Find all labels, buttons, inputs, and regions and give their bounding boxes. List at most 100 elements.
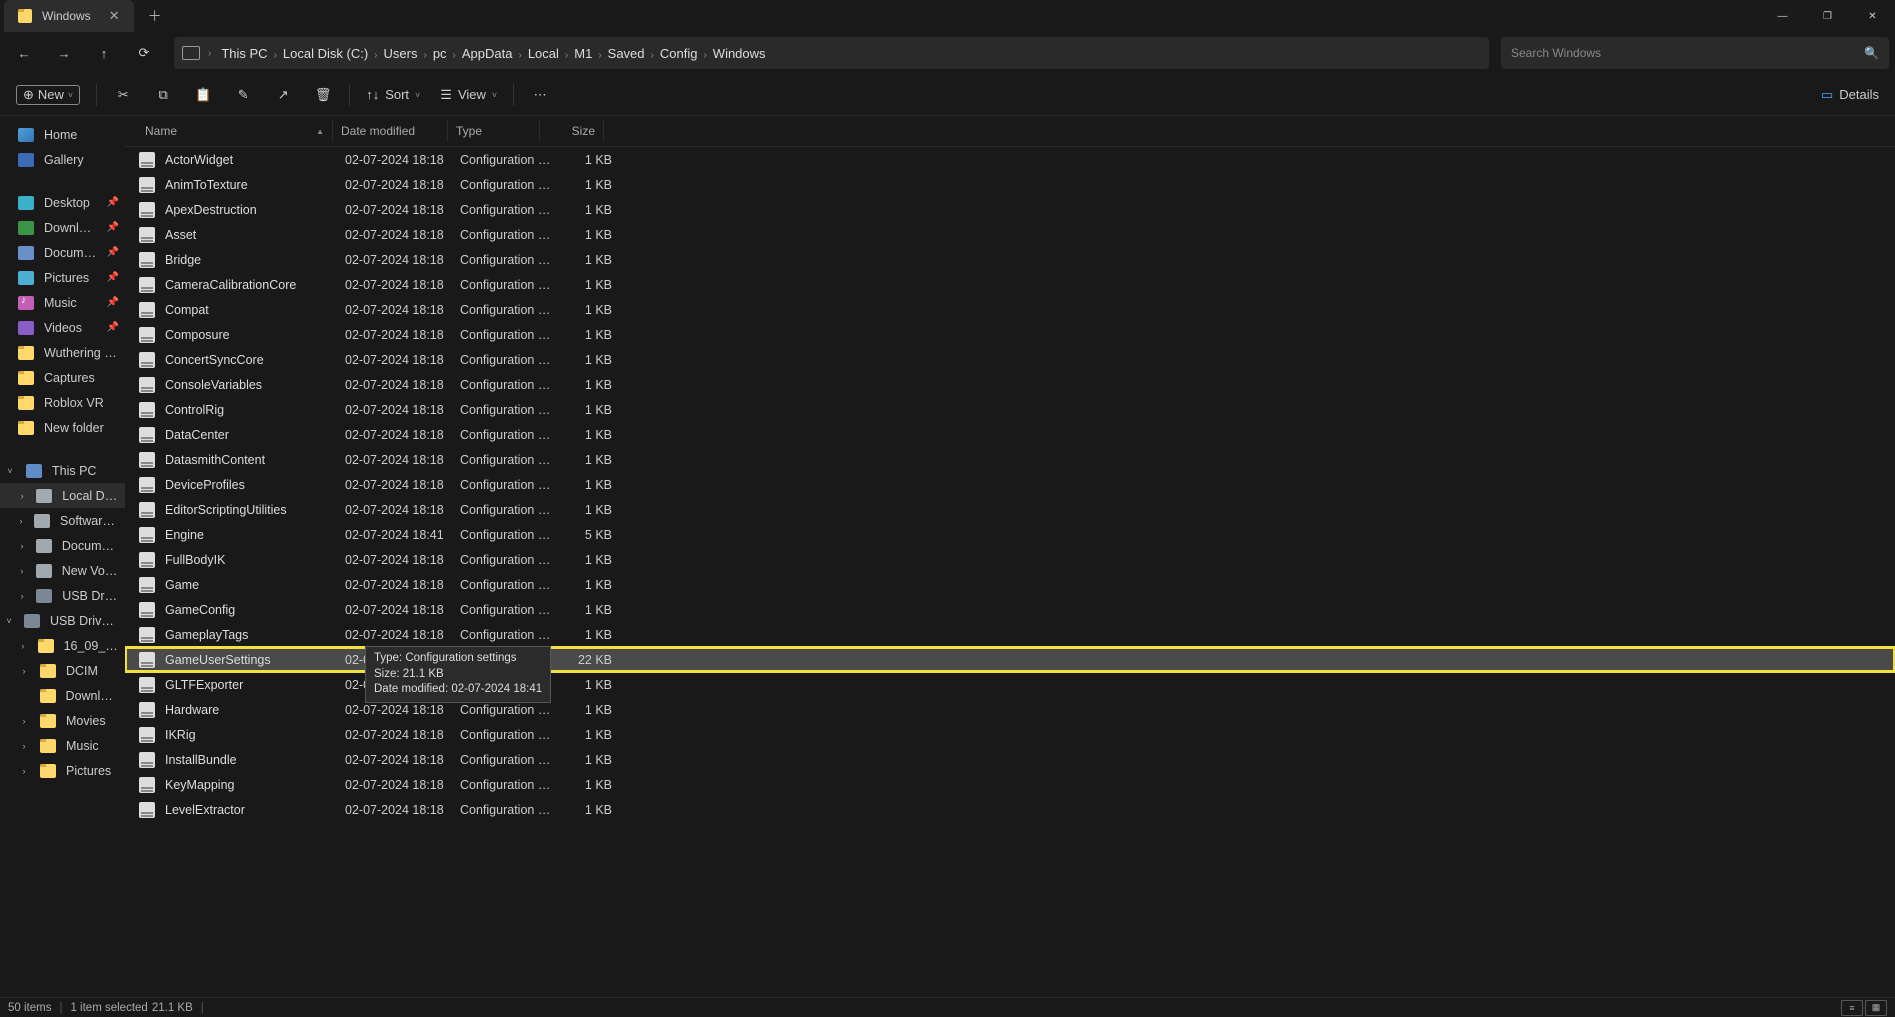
sidebar-item[interactable]: ˅This PC	[0, 458, 125, 483]
expand-icon[interactable]: ›	[18, 716, 30, 726]
file-row[interactable]: Bridge02-07-2024 18:18Configuration sett…	[125, 247, 1895, 272]
sidebar-item[interactable]: ˅USB Drive (G:)	[0, 608, 125, 633]
file-row[interactable]: GameplayTags02-07-2024 18:18Configuratio…	[125, 622, 1895, 647]
close-button[interactable]: ✕	[1850, 0, 1895, 32]
sidebar-item[interactable]: ›DCIM	[0, 658, 125, 683]
breadcrumb-segment[interactable]: Local Disk (C:)	[277, 44, 374, 63]
breadcrumb-segment[interactable]: pc	[427, 44, 453, 63]
sidebar-item[interactable]: ›USB Drive (G:)	[0, 583, 125, 608]
file-row[interactable]: KeyMapping02-07-2024 18:18Configuration …	[125, 772, 1895, 797]
file-row[interactable]: ConsoleVariables02-07-2024 18:18Configur…	[125, 372, 1895, 397]
search-input[interactable]: Search Windows 🔍	[1501, 37, 1889, 69]
sidebar-item[interactable]: Documents📌	[0, 240, 125, 265]
minimize-button[interactable]: —	[1760, 0, 1805, 32]
col-type[interactable]: Type	[448, 120, 540, 142]
sidebar-item[interactable]: ›16_09_2023	[0, 633, 125, 658]
file-row[interactable]: DeviceProfiles02-07-2024 18:18Configurat…	[125, 472, 1895, 497]
file-row[interactable]: ConcertSyncCore02-07-2024 18:18Configura…	[125, 347, 1895, 372]
col-name[interactable]: Name▲	[125, 120, 333, 142]
sidebar-item[interactable]: Gallery	[0, 147, 125, 172]
file-row[interactable]: IKRig02-07-2024 18:18Configuration sett.…	[125, 722, 1895, 747]
file-row[interactable]: AnimToTexture02-07-2024 18:18Configurati…	[125, 172, 1895, 197]
file-row[interactable]: Game02-07-2024 18:18Configuration sett..…	[125, 572, 1895, 597]
sidebar-item[interactable]: Wuthering Waves	[0, 340, 125, 365]
sort-button[interactable]: ↑↓Sort˅	[358, 79, 428, 111]
new-tab-button[interactable]: ＋	[134, 6, 176, 26]
sidebar-item[interactable]: Captures	[0, 365, 125, 390]
tab-windows[interactable]: Windows ✕	[4, 0, 134, 32]
sidebar-item[interactable]: ›Pictures	[0, 758, 125, 783]
col-size[interactable]: Size	[540, 120, 604, 142]
expand-icon[interactable]: ›	[18, 741, 30, 751]
view-details-button[interactable]: ≡	[1841, 1000, 1863, 1016]
expand-icon[interactable]: ›	[18, 491, 26, 501]
sidebar-item[interactable]: Downloads📌	[0, 215, 125, 240]
sidebar-item[interactable]: ›Software and Games	[0, 508, 125, 533]
file-row[interactable]: ApexDestruction02-07-2024 18:18Configura…	[125, 197, 1895, 222]
file-row[interactable]: ControlRig02-07-2024 18:18Configuration …	[125, 397, 1895, 422]
breadcrumb-segment[interactable]: M1	[568, 44, 598, 63]
sidebar-item[interactable]: ›Movies	[0, 708, 125, 733]
view-button[interactable]: ☰View˅	[432, 79, 505, 111]
breadcrumb-segment[interactable]: Users	[378, 44, 424, 63]
sidebar-item[interactable]: ›Local Disk (C:)	[0, 483, 125, 508]
sidebar-item[interactable]: Videos📌	[0, 315, 125, 340]
file-row[interactable]: LevelExtractor02-07-2024 18:18Configurat…	[125, 797, 1895, 822]
sidebar-item[interactable]: Home	[0, 122, 125, 147]
details-button[interactable]: ▭Details	[1813, 79, 1887, 111]
file-row[interactable]: EditorScriptingUtilities02-07-2024 18:18…	[125, 497, 1895, 522]
breadcrumb-segment[interactable]: This PC	[215, 44, 273, 63]
new-button[interactable]: ⊕New˅	[8, 79, 88, 111]
file-row[interactable]: FullBodyIK02-07-2024 18:18Configuration …	[125, 547, 1895, 572]
sidebar-item[interactable]: Music📌	[0, 290, 125, 315]
sidebar-item[interactable]: Roblox VR	[0, 390, 125, 415]
sidebar-item[interactable]: Desktop📌	[0, 190, 125, 215]
file-row[interactable]: DataCenter02-07-2024 18:18Configuration …	[125, 422, 1895, 447]
expand-icon[interactable]: ›	[18, 541, 26, 551]
breadcrumb-segment[interactable]: Windows	[707, 44, 772, 63]
file-row[interactable]: GameConfig02-07-2024 18:18Configuration …	[125, 597, 1895, 622]
maximize-button[interactable]: ❐	[1805, 0, 1850, 32]
share-button[interactable]: ↗	[265, 79, 301, 111]
view-grid-button[interactable]: ▦	[1865, 1000, 1887, 1016]
expand-icon[interactable]: ˅	[4, 466, 16, 476]
more-button[interactable]: ⋯	[522, 79, 558, 111]
file-row[interactable]: InstallBundle02-07-2024 18:18Configurati…	[125, 747, 1895, 772]
rename-button[interactable]: ✎	[225, 79, 261, 111]
expand-icon[interactable]: ›	[18, 766, 30, 776]
expand-icon[interactable]: ˅	[4, 616, 14, 626]
sidebar-item[interactable]: Pictures📌	[0, 265, 125, 290]
tab-close-button[interactable]: ✕	[109, 8, 120, 24]
back-button[interactable]: ←	[6, 35, 42, 71]
refresh-button[interactable]: ⟳	[126, 35, 162, 71]
file-row[interactable]: ActorWidget02-07-2024 18:18Configuration…	[125, 147, 1895, 172]
cut-button[interactable]: ✂	[105, 79, 141, 111]
col-date[interactable]: Date modified	[333, 120, 448, 142]
expand-icon[interactable]: ›	[18, 641, 28, 651]
expand-icon[interactable]: ›	[18, 666, 30, 676]
address-bar[interactable]: › This PC›Local Disk (C:)›Users›pc›AppDa…	[174, 37, 1489, 69]
forward-button[interactable]: →	[46, 35, 82, 71]
up-button[interactable]: ↑	[86, 35, 122, 71]
breadcrumb-segment[interactable]: Saved	[602, 44, 651, 63]
expand-icon[interactable]: ›	[18, 591, 26, 601]
breadcrumb-segment[interactable]: AppData	[456, 44, 519, 63]
file-row[interactable]: Compat02-07-2024 18:18Configuration sett…	[125, 297, 1895, 322]
breadcrumb-segment[interactable]: Config	[654, 44, 704, 63]
sidebar-item[interactable]: ›Documents (E:)	[0, 533, 125, 558]
breadcrumb-segment[interactable]: Local	[522, 44, 565, 63]
sidebar-item[interactable]: ›New Volume (I:)	[0, 558, 125, 583]
file-row[interactable]: Engine02-07-2024 18:41Configuration sett…	[125, 522, 1895, 547]
paste-button[interactable]: 📋	[185, 79, 221, 111]
file-row[interactable]: CameraCalibrationCore02-07-2024 18:18Con…	[125, 272, 1895, 297]
expand-icon[interactable]: ›	[18, 566, 26, 576]
file-row[interactable]: Composure02-07-2024 18:18Configuration s…	[125, 322, 1895, 347]
file-row[interactable]: DatasmithContent02-07-2024 18:18Configur…	[125, 447, 1895, 472]
sidebar-item[interactable]: ›Music	[0, 733, 125, 758]
delete-button[interactable]: 🗑	[305, 79, 341, 111]
copy-button[interactable]: ⧉	[145, 79, 181, 111]
expand-icon[interactable]: ›	[18, 516, 24, 526]
sidebar-item[interactable]: New folder	[0, 415, 125, 440]
file-row[interactable]: Asset02-07-2024 18:18Configuration sett.…	[125, 222, 1895, 247]
sidebar-item[interactable]: Download	[0, 683, 125, 708]
